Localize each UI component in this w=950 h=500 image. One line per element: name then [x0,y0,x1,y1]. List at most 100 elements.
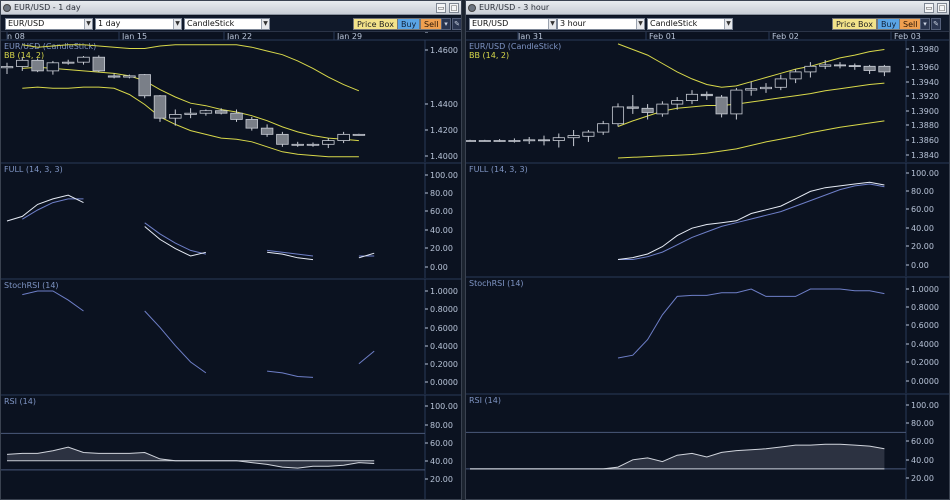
symbol-value: EUR/USD [472,19,509,28]
axis-tick-label: 0.8000 [430,305,458,314]
axis-tick-label: 1.3940 [911,78,939,87]
axis-tick-label: 1.0000 [911,285,939,294]
sell-button[interactable]: Sell [420,18,443,30]
chevron-down-icon[interactable]: ▼ [261,19,269,29]
candle-body [567,135,580,139]
candle-body [789,71,802,80]
candle-body [523,139,536,142]
axis-tick-label: 1.3900 [911,107,939,116]
candle-body [199,110,213,114]
axis-tick-label: 0.2000 [430,360,458,369]
pencil-icon[interactable]: ✎ [931,18,941,30]
pane-label: StochRSI (14) [469,279,524,288]
candle-body [804,65,817,73]
pane-label: RSI (14) [4,397,36,406]
pane-label: FULL (14, 3, 3) [469,165,528,174]
pane-label: FULL (14, 3, 3) [4,165,63,174]
candle-body [863,65,876,71]
axis-tick-label: 80.00 [430,421,453,430]
maximize-icon[interactable]: □ [937,3,947,13]
candle-body [715,96,728,115]
candle-body [352,133,366,136]
axis-tick-label: 0.00 [430,263,448,272]
chart-window-left[interactable]: EUR/USD - 1 day ▭ □ EUR/USD ▼ 1 day ▼ Ca… [0,0,462,500]
axis-tick-label: 1.3840 [911,151,939,160]
interval-select[interactable]: 1 day ▼ [95,18,182,30]
restore-icon[interactable]: ▭ [924,3,934,13]
chevron-down-icon[interactable]: ▼ [724,19,732,29]
candle-body [61,61,75,64]
axis-tick-label: 0.0000 [430,378,458,387]
chevron-down-icon[interactable]: ▼ [548,19,556,29]
candle-body [759,86,773,90]
candle-body [700,93,713,97]
axis-tick-label: 100.00 [430,171,458,180]
chart-area[interactable]: Jan 31 Feb 01 Feb 02 Feb 03EUR/USD (CandleS… [466,32,950,500]
axis-tick-label: 0.2000 [911,358,939,367]
price-box-button[interactable]: Price Box [353,18,398,30]
axis-tick-label: 0.4000 [911,340,939,349]
price-box-button[interactable]: Price Box [832,18,877,30]
symbol-select[interactable]: EUR/USD ▼ [469,18,557,30]
candle-body [184,112,197,115]
candle-body [153,95,167,119]
pane-label: RSI (14) [469,396,501,405]
axis-tick-label: 1.4600 [430,46,458,55]
maximize-icon[interactable]: □ [449,3,459,13]
candle-body [493,140,506,142]
chart-type-select[interactable]: CandleStick ▼ [647,18,733,30]
candle-body [245,119,259,129]
candle-body [611,106,625,125]
chart-area[interactable]: n 08 Jan 15 Jan 22 Jan 29EUR/USD (CandleSti… [1,32,462,500]
buy-button[interactable]: Buy [877,18,901,30]
candle-body [260,127,274,135]
candle-body [123,75,136,78]
candle-body [819,64,832,67]
candle-body [214,110,228,114]
chevron-down-icon[interactable]: ▼ [173,19,181,29]
candle-body [878,65,891,73]
symbol-select[interactable]: EUR/USD ▼ [5,18,93,30]
candle-body [626,106,639,109]
candle-body [107,75,121,78]
buy-button[interactable]: Buy [397,18,421,30]
window-titlebar[interactable]: EUR/USD - 1 day ▭ □ [1,1,461,15]
chevron-down-icon[interactable]: ▾ [920,18,930,30]
axis-tick-label: 20.00 [911,474,934,483]
candle-body [169,114,182,119]
candle-body [848,65,861,67]
axis-tick-label: 0.00 [911,261,929,270]
candle-body [276,133,289,145]
candle-body [774,78,787,88]
interval-select[interactable]: 3 hour ▼ [557,18,645,30]
axis-tick-label: 60.00 [911,437,934,446]
axis-tick-label: 1.3880 [911,121,939,130]
chevron-down-icon[interactable]: ▼ [636,19,644,29]
chevron-down-icon[interactable]: ▼ [84,19,92,29]
interval-value: 1 day [98,19,121,28]
candle-body [46,62,60,72]
chart-type-select[interactable]: CandleStick ▼ [184,18,270,30]
axis-tick-label: 0.4000 [430,342,458,351]
pencil-icon[interactable]: ✎ [452,18,461,30]
candle-body [138,74,151,97]
candle-body [306,143,320,146]
window-title: EUR/USD - 3 hour [479,3,550,12]
sell-button[interactable]: Sell [899,18,922,30]
interval-value: 3 hour [560,19,586,28]
axis-tick-label: 0.0000 [911,377,939,386]
restore-icon[interactable]: ▭ [436,3,446,13]
axis-tick-label: 100.00 [911,169,939,178]
chart-toolbar: EUR/USD ▼ 3 hour ▼ CandleStick ▼ Price B… [466,16,949,32]
chevron-down-icon[interactable]: ▾ [441,18,451,30]
axis-tick-label: 1.3920 [911,92,939,101]
axis-tick-label: 1.4200 [430,126,458,135]
candle-body [1,66,14,69]
axis-tick-label: 1.4000 [430,152,458,161]
candle-body [597,123,610,133]
axis-tick-label: 0.6000 [911,321,939,330]
axis-tick-label: 20.00 [430,244,453,253]
window-titlebar[interactable]: EUR/USD - 3 hour ▭ □ [466,1,949,15]
chart-window-right[interactable]: EUR/USD - 3 hour ▭ □ EUR/USD ▼ 3 hour ▼ … [465,0,950,500]
window-title: EUR/USD - 1 day [14,3,81,12]
